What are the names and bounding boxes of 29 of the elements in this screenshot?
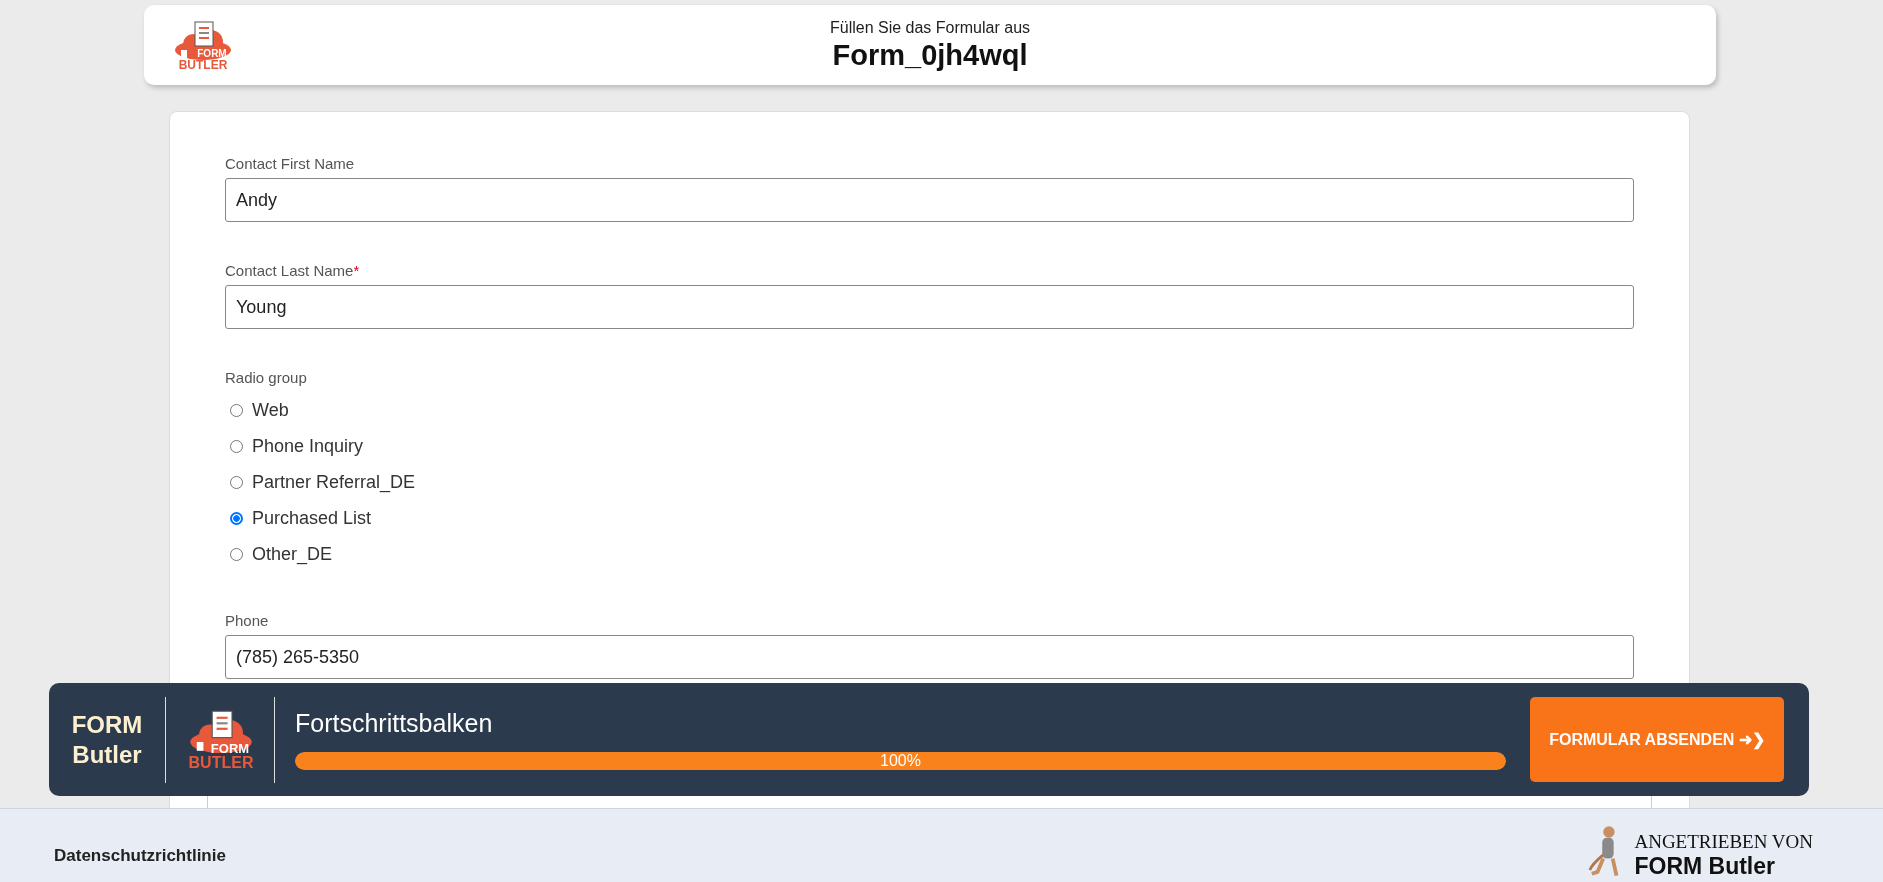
powered-by-text: ANGETRIEBEN VON	[1634, 830, 1813, 853]
cloud-clipboard-icon	[188, 708, 254, 753]
logo-text: BUTLER	[188, 754, 254, 771]
field-label: Radio group	[225, 369, 308, 386]
logo-text: FORM	[197, 48, 227, 59]
radio-button[interactable]	[230, 511, 243, 525]
progress-title: Fortschrittsbalken	[295, 709, 494, 738]
logo-text: BUTLER	[178, 58, 228, 71]
brand-name: FORM Butler	[1634, 852, 1776, 880]
field-label: Contact Last Name*	[225, 262, 361, 279]
radio-label: Purchased List	[252, 507, 372, 529]
field-label: Phone	[225, 612, 270, 629]
progress-percent: 100%	[879, 752, 922, 770]
text-field[interactable]: Young	[225, 285, 1634, 329]
form-title: Form_0jh4wql	[832, 38, 1028, 72]
radio-label: Web	[252, 399, 289, 421]
privacy-link[interactable]: Datenschutzrichtlinie	[54, 845, 226, 866]
text-field[interactable]: Andy	[225, 178, 1634, 222]
brand-text: FORM	[71, 709, 143, 740]
cloud-clipboard-icon	[173, 19, 233, 60]
text-field[interactable]: (785) 265-5350	[225, 635, 1634, 679]
form-subtitle: Füllen Sie das Formular aus	[829, 18, 1031, 37]
brand-text: Butler	[72, 739, 142, 770]
field-label: Contact First Name	[225, 155, 356, 172]
logo-text: FORM	[210, 741, 250, 755]
radio-label: Phone Inquiry	[252, 435, 364, 457]
required-mark: *	[353, 262, 360, 279]
radio-label: Partner Referral_DE	[252, 471, 416, 493]
radio-label: Other_DE	[252, 543, 333, 565]
